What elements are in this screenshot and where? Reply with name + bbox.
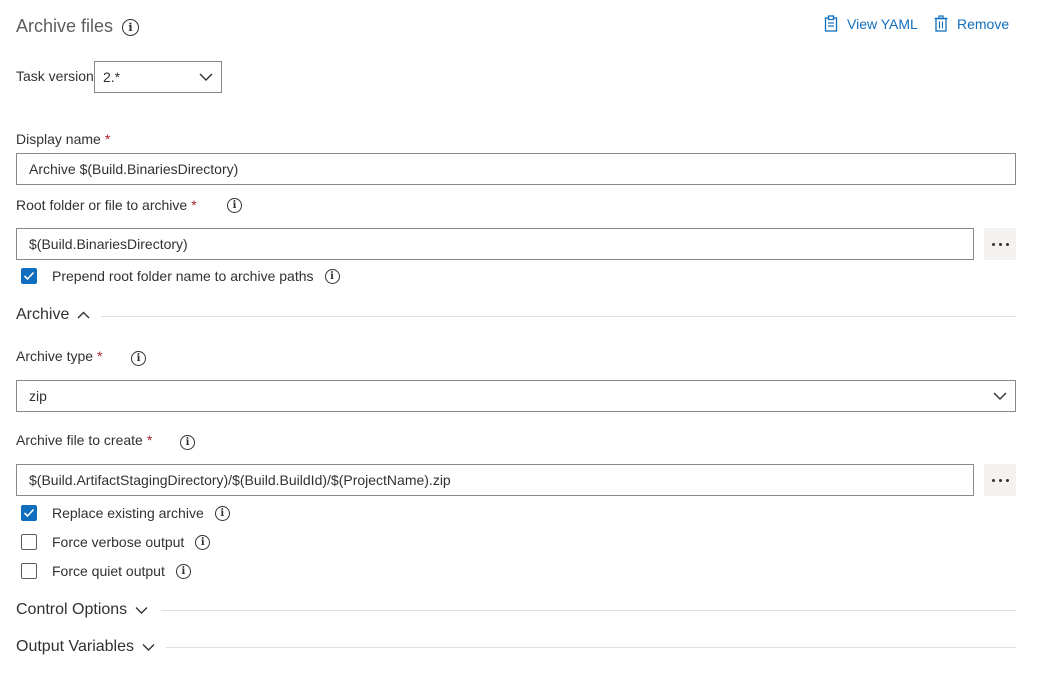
- trash-icon: [934, 15, 948, 32]
- root-folder-input[interactable]: $(Build.BinariesDirectory): [16, 228, 974, 260]
- view-yaml-label: View YAML: [847, 15, 918, 32]
- info-icon[interactable]: i: [214, 505, 230, 521]
- display-name-label: Display name *: [16, 131, 110, 147]
- archive-type-dropdown[interactable]: zip: [16, 380, 1016, 412]
- dot: [998, 242, 1002, 246]
- dot: [1005, 478, 1009, 482]
- force-quiet-label: Force quiet output: [52, 563, 165, 579]
- archive-file-label: Archive file to create *: [16, 432, 152, 448]
- replace-existing-checkbox-row[interactable]: Replace existing archive i: [21, 505, 230, 521]
- force-quiet-checkbox[interactable]: [21, 563, 37, 579]
- archive-type-value: zip: [29, 388, 47, 404]
- dot: [1005, 242, 1009, 246]
- required-marker: *: [97, 348, 103, 364]
- root-folder-value: $(Build.BinariesDirectory): [29, 236, 188, 252]
- chevron-down-icon: [199, 73, 213, 81]
- chevron-down-icon: [135, 607, 148, 614]
- remove-button[interactable]: Remove: [933, 15, 1009, 32]
- archive-type-label-text: Archive type: [16, 348, 94, 364]
- output-variables-label: Output Variables: [16, 638, 134, 655]
- required-marker: *: [191, 197, 197, 213]
- display-name-label-text: Display name: [16, 131, 101, 147]
- info-icon[interactable]: i: [227, 198, 242, 213]
- archive-file-input[interactable]: $(Build.ArtifactStagingDirectory)/$(Buil…: [16, 464, 974, 496]
- prepend-root-label: Prepend root folder name to archive path…: [52, 268, 314, 284]
- checkmark-icon: [23, 271, 35, 281]
- checkmark-icon: [23, 508, 35, 518]
- info-icon[interactable]: i: [180, 435, 195, 450]
- archive-type-label: Archive type *: [16, 348, 103, 364]
- force-verbose-checkbox-row[interactable]: Force verbose output i: [21, 534, 211, 550]
- archive-file-value: $(Build.ArtifactStagingDirectory)/$(Buil…: [29, 472, 451, 488]
- info-icon[interactable]: i: [324, 268, 340, 284]
- page-title: Archive files: [16, 16, 114, 36]
- chevron-up-icon: [77, 311, 90, 319]
- prepend-root-checkbox-row[interactable]: Prepend root folder name to archive path…: [21, 268, 340, 284]
- remove-label: Remove: [957, 15, 1010, 32]
- info-icon[interactable]: i: [175, 563, 191, 579]
- archive-file-label-text: Archive file to create: [16, 432, 143, 448]
- dot: [991, 478, 995, 482]
- clipboard-icon: [824, 15, 838, 32]
- replace-existing-label: Replace existing archive: [52, 505, 204, 521]
- archive-file-browse-button[interactable]: [984, 464, 1016, 496]
- dot: [998, 478, 1002, 482]
- archive-section-toggle[interactable]: Archive: [16, 306, 90, 324]
- replace-existing-checkbox[interactable]: [21, 505, 37, 521]
- root-folder-browse-button[interactable]: [984, 228, 1016, 260]
- dot: [991, 242, 995, 246]
- display-name-input[interactable]: Archive $(Build.BinariesDirectory): [16, 153, 1016, 185]
- prepend-root-checkbox[interactable]: [21, 268, 37, 284]
- info-icon[interactable]: i: [195, 534, 211, 550]
- info-icon[interactable]: i: [131, 351, 146, 366]
- force-verbose-label: Force verbose output: [52, 534, 185, 550]
- force-quiet-checkbox-row[interactable]: Force quiet output i: [21, 563, 191, 579]
- control-options-section-toggle[interactable]: Control Options: [16, 601, 148, 619]
- force-verbose-checkbox[interactable]: [21, 534, 37, 550]
- task-version-dropdown[interactable]: 2.*: [94, 61, 222, 93]
- section-divider: [101, 316, 1016, 317]
- required-marker: *: [104, 131, 111, 147]
- required-marker: *: [146, 432, 153, 448]
- task-version-label: Task version: [16, 68, 94, 84]
- section-divider: [161, 610, 1016, 611]
- root-folder-label: Root folder or file to archive *: [16, 197, 197, 213]
- task-version-value: 2.*: [103, 69, 121, 85]
- section-divider: [166, 647, 1016, 648]
- output-variables-section-toggle[interactable]: Output Variables: [16, 638, 155, 656]
- info-icon[interactable]: i: [122, 19, 139, 36]
- root-folder-label-text: Root folder or file to archive: [16, 197, 188, 213]
- chevron-down-icon: [142, 644, 155, 651]
- view-yaml-button[interactable]: View YAML: [823, 15, 918, 32]
- archive-section-label: Archive: [16, 306, 70, 323]
- chevron-down-icon: [993, 392, 1007, 400]
- control-options-label: Control Options: [16, 601, 128, 618]
- display-name-value: Archive $(Build.BinariesDirectory): [29, 161, 239, 177]
